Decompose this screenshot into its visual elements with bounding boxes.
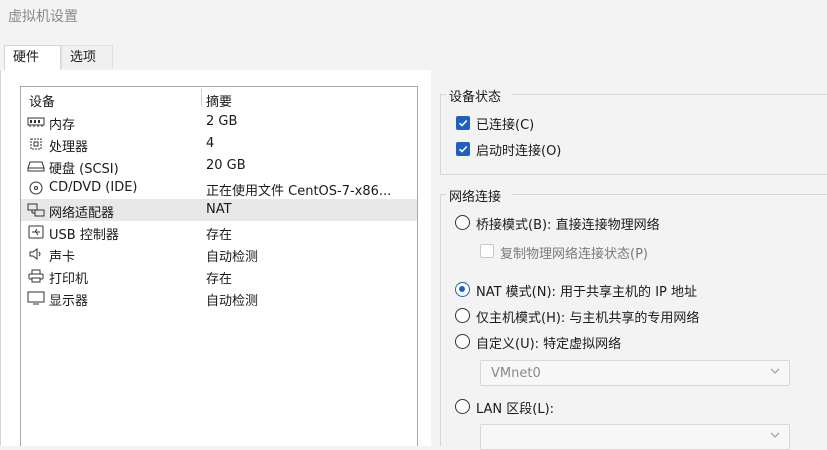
device-summary: 存在 [206, 228, 233, 243]
custom-label[interactable]: 自定义(U): 特定虚拟网络 [476, 333, 621, 352]
chevron-down-icon [770, 432, 780, 438]
lan-segment-select[interactable] [480, 424, 790, 450]
checkmark-icon [458, 145, 468, 153]
device-summary: 自动检测 [206, 250, 259, 265]
device-name: 内存 [49, 118, 76, 133]
custom-network-select[interactable]: VMnet0 [480, 360, 790, 386]
custom-radio[interactable] [455, 334, 470, 349]
group-border [440, 94, 441, 174]
nat-radio[interactable] [455, 282, 470, 297]
nat-label[interactable]: NAT 模式(N): 用于共享主机的 IP 地址 [476, 281, 697, 300]
printer-icon [28, 269, 44, 283]
device-name: 网络适配器 [49, 206, 115, 221]
bridged-radio[interactable] [455, 215, 470, 230]
memory-icon [27, 117, 45, 127]
connected-label[interactable]: 已连接(C) [476, 114, 534, 133]
device-summary: 2 GB [206, 114, 238, 129]
device-summary: 存在 [206, 272, 233, 287]
group-border [512, 94, 827, 95]
device-row-usb[interactable]: USB 控制器 存在 [21, 221, 417, 243]
lan-segment-radio[interactable] [455, 399, 470, 414]
device-row-display[interactable]: 显示器 自动检测 [21, 287, 417, 309]
custom-network-value: VMnet0 [491, 366, 541, 381]
sound-card-icon [29, 248, 41, 260]
device-list-header: 设备 摘要 [21, 87, 417, 110]
host-only-label[interactable]: 仅主机模式(H): 与主机共享的专用网络 [476, 307, 699, 326]
group-border [512, 194, 827, 195]
device-row-cd-dvd[interactable]: CD/DVD (IDE) 正在使用文件 CentOS-7-x86... [21, 177, 417, 199]
device-name: 硬盘 (SCSI) [49, 162, 119, 177]
device-name: USB 控制器 [49, 228, 119, 243]
network-connection-title: 网络连接 [449, 190, 502, 205]
connected-checkbox[interactable] [456, 116, 470, 130]
display-icon [27, 291, 45, 305]
processor-icon [30, 138, 42, 150]
device-summary: 4 [206, 136, 215, 151]
checkmark-icon [458, 119, 468, 127]
connect-on-power-on-label[interactable]: 启动时连接(O) [476, 140, 561, 159]
harddisk-icon [27, 161, 45, 172]
chevron-down-icon [770, 368, 780, 374]
device-status-title: 设备状态 [449, 90, 502, 105]
device-name: 处理器 [49, 140, 89, 155]
device-name: 显示器 [49, 294, 89, 309]
device-summary: 20 GB [206, 158, 246, 173]
cd-dvd-icon [29, 181, 43, 195]
host-only-radio[interactable] [455, 308, 470, 323]
tab-hardware[interactable]: 硬件 [4, 45, 61, 70]
network-adapter-icon [27, 203, 45, 217]
tab-options[interactable]: 选项 [61, 45, 113, 69]
connect-on-power-on-checkbox[interactable] [456, 142, 470, 156]
device-row-printer[interactable]: 打印机 存在 [21, 265, 417, 287]
device-summary: 自动检测 [206, 294, 259, 309]
device-row-harddisk[interactable]: 硬盘 (SCSI) 20 GB [21, 155, 417, 177]
device-row-memory[interactable]: 内存 2 GB [21, 111, 417, 133]
lan-segment-label[interactable]: LAN 区段(L): [476, 398, 554, 417]
group-border [440, 174, 827, 175]
window-title: 虚拟机设置 [8, 9, 78, 25]
bridged-label[interactable]: 桥接模式(B): 直接连接物理网络 [476, 214, 660, 233]
replicate-state-label[interactable]: 复制物理网络连接状态(P) [500, 243, 648, 262]
device-summary: NAT [206, 202, 232, 217]
device-row-processor[interactable]: 处理器 4 [21, 133, 417, 155]
device-row-sound-card[interactable]: 声卡 自动检测 [21, 243, 417, 265]
usb-icon [28, 225, 44, 239]
group-border [440, 194, 441, 446]
device-list[interactable]: 设备 摘要 内存 2 GB 处理器 4 硬盘 (SCSI) 20 GB CD/D… [20, 86, 418, 446]
device-summary: 正在使用文件 CentOS-7-x86... [206, 184, 392, 199]
device-name: 打印机 [49, 272, 89, 287]
column-separator[interactable] [201, 89, 202, 107]
device-row-network-adapter[interactable]: 网络适配器 NAT [21, 199, 417, 221]
device-name: 声卡 [49, 250, 76, 265]
replicate-state-checkbox[interactable] [480, 244, 494, 258]
device-name: CD/DVD (IDE) [49, 180, 138, 195]
column-header-device[interactable]: 设备 [29, 91, 55, 110]
column-header-summary[interactable]: 摘要 [206, 91, 232, 110]
